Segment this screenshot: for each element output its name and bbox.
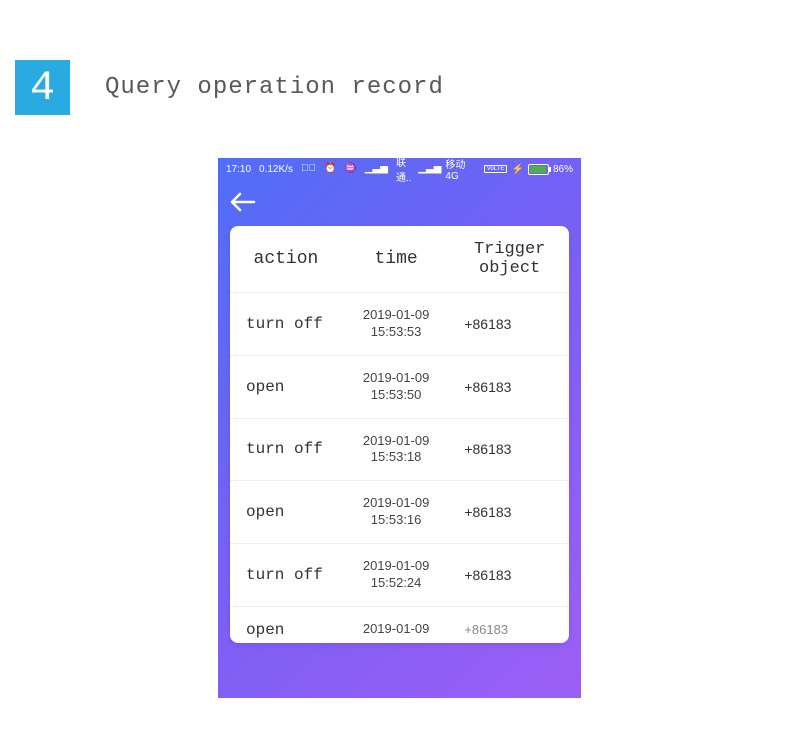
signal-icon-2: ▁▃▅ xyxy=(418,164,441,174)
cell-action: open xyxy=(230,503,342,521)
wifi-icon: ♒ xyxy=(344,164,356,174)
cell-time: 2019-01-09 xyxy=(342,621,450,638)
carrier-1: 联通.. xyxy=(396,158,418,184)
cell-trigger: +86183 xyxy=(450,316,569,332)
table-row: open 2019-01-09 +86183 xyxy=(230,606,569,643)
table-row: turn off 2019-01-0915:53:18 +86183 xyxy=(230,418,569,481)
cell-action: turn off xyxy=(230,440,342,458)
net-speed: 0.12K/s xyxy=(259,164,293,175)
col-header-action: action xyxy=(230,249,342,269)
col-header-time: time xyxy=(342,249,450,269)
step-title: Query operation record xyxy=(105,74,444,101)
back-button[interactable] xyxy=(230,190,256,216)
battery-icon xyxy=(528,164,549,175)
cell-time: 2019-01-0915:53:53 xyxy=(342,307,450,341)
cell-action: turn off xyxy=(230,566,342,584)
cell-action: open xyxy=(230,378,342,396)
phone-screenshot: 17:10 0.12K/s ✕⃝ ⏰ ♒ ▁▃▅ 联通.. ▁▃▅ 移动 4G … xyxy=(218,158,581,698)
cell-action: turn off xyxy=(230,315,342,333)
table-row: turn off 2019-01-0915:53:53 +86183 xyxy=(230,292,569,355)
status-right: ▁▃▅ 移动 4G VoLTE ⚡ 86% xyxy=(418,158,573,182)
cell-trigger: +86183 xyxy=(450,441,569,457)
mute-icon: ✕⃝ xyxy=(301,164,316,174)
table-row: turn off 2019-01-0915:52:24 +86183 xyxy=(230,543,569,606)
table-header: action time Trigger object xyxy=(230,226,569,292)
cell-time: 2019-01-0915:52:24 xyxy=(342,558,450,592)
nav-bar xyxy=(218,180,581,226)
status-bar: 17:10 0.12K/s ✕⃝ ⏰ ♒ ▁▃▅ 联通.. ▁▃▅ 移动 4G … xyxy=(218,158,581,180)
battery-percent: 86% xyxy=(553,164,573,175)
cell-trigger: +86183 xyxy=(450,622,569,637)
cell-time: 2019-01-0915:53:50 xyxy=(342,370,450,404)
cell-time: 2019-01-0915:53:18 xyxy=(342,433,450,467)
charging-icon: ⚡ xyxy=(511,164,523,175)
step-header: 4 Query operation record xyxy=(0,0,800,115)
cell-action: open xyxy=(230,621,342,639)
clock: 17:10 xyxy=(226,164,251,175)
cell-time: 2019-01-0915:53:16 xyxy=(342,495,450,529)
col-header-trigger: Trigger object xyxy=(450,240,569,278)
operation-record-table: action time Trigger object turn off 2019… xyxy=(230,226,569,643)
arrow-left-icon xyxy=(230,192,256,212)
cell-trigger: +86183 xyxy=(450,504,569,520)
status-left: 17:10 0.12K/s ✕⃝ ⏰ ♒ ▁▃▅ 联通.. xyxy=(226,158,418,184)
step-number-badge: 4 xyxy=(15,60,70,115)
carrier-2: 移动 4G xyxy=(445,158,479,182)
signal-icon-1: ▁▃▅ xyxy=(365,164,388,174)
alarm-icon: ⏰ xyxy=(324,164,336,174)
volte-badge: VoLTE xyxy=(484,165,508,173)
cell-trigger: +86183 xyxy=(450,567,569,583)
table-row: open 2019-01-0915:53:16 +86183 xyxy=(230,480,569,543)
table-row: open 2019-01-0915:53:50 +86183 xyxy=(230,355,569,418)
cell-trigger: +86183 xyxy=(450,379,569,395)
